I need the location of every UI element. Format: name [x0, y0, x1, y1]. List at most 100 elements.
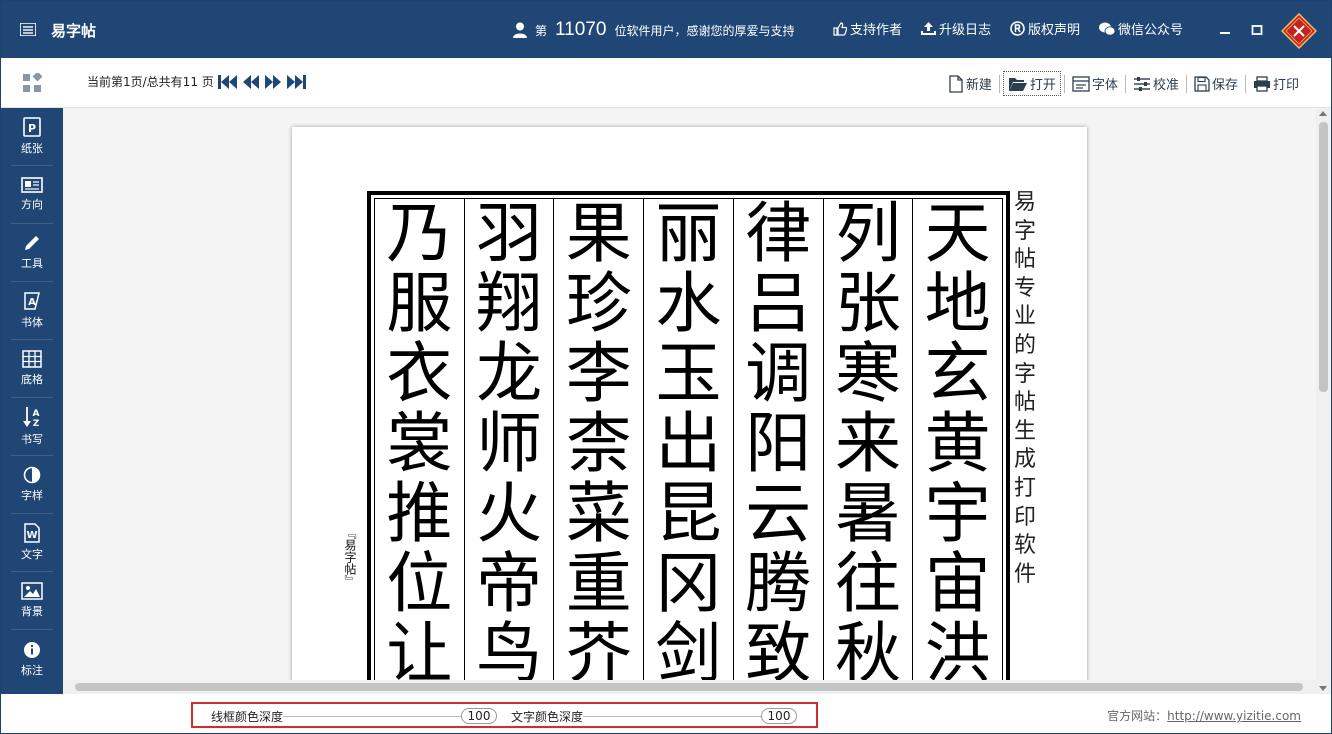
support-author-link[interactable]: 支持作者 — [833, 19, 902, 38]
grid-column: 丽水玉出昆冈剑 — [643, 195, 733, 692]
last-page-icon[interactable] — [286, 74, 306, 90]
first-page-icon[interactable] — [217, 74, 238, 90]
sidebar-item-orientation[interactable]: 方向 — [11, 166, 53, 224]
sidebar-item-calligraphy[interactable]: A 书体 — [11, 282, 53, 340]
grid-character: 衣 — [386, 335, 453, 412]
grid-character: 剑 — [655, 615, 722, 692]
horizontal-scrollbar[interactable] — [63, 680, 1316, 694]
user-count-banner: 第 11070 位软件用户，感谢您的厚爱与支持 — [513, 17, 794, 43]
font-button[interactable]: 字体 — [1068, 72, 1122, 95]
paper-icon: P — [23, 117, 41, 137]
previous-page-icon[interactable] — [242, 74, 260, 90]
status-bar: 线框颜色深度 100 文字颜色深度 100 官方网站：http://www.yi… — [1, 694, 1331, 733]
grid-character: 水 — [655, 265, 722, 342]
svg-text:P: P — [28, 122, 36, 135]
vertical-scrollbar[interactable] — [1316, 108, 1331, 694]
printer-icon — [1253, 75, 1270, 92]
sidebar-item-text[interactable]: W 文字 — [11, 514, 53, 572]
text-color-slider[interactable]: 文字颜色深度 100 — [511, 708, 801, 725]
grid-character: 宇 — [924, 475, 991, 552]
grid-character: 列 — [834, 195, 901, 272]
user-count-suffix: 位软件用户，感谢您的厚爱与支持 — [614, 23, 795, 38]
grid-character: 鸟 — [476, 615, 543, 692]
grid-character: 翔 — [476, 265, 543, 342]
user-count: 11070 — [555, 19, 607, 40]
svg-text:A: A — [28, 297, 36, 308]
contrast-icon — [23, 466, 41, 484]
side-caption: 易字帖专业的字帖生成打印软件 — [1013, 190, 1036, 587]
color-depth-controls: 线框颜色深度 100 文字颜色深度 100 — [191, 702, 818, 728]
sidebar-item-label: 文字 — [21, 548, 43, 561]
grid-character: 洪 — [924, 615, 991, 692]
sidebar-item-background[interactable]: 背景 — [11, 572, 53, 630]
word-icon: W — [24, 523, 40, 543]
open-button[interactable]: 打开 — [1002, 71, 1061, 96]
app-logo-close-icon[interactable] — [1281, 13, 1317, 49]
grid-character: 张 — [834, 265, 901, 342]
sidebar-item-label: 标注 — [21, 663, 43, 677]
menu-icon[interactable] — [20, 23, 36, 36]
separator — [1185, 74, 1187, 93]
calibrate-button[interactable]: 校准 — [1129, 72, 1183, 95]
print-button[interactable]: 打印 — [1249, 72, 1303, 95]
grid-character: 推 — [386, 475, 453, 552]
orientation-icon — [21, 177, 43, 193]
copyright-link[interactable]: 版权声明 — [1010, 19, 1080, 38]
new-button[interactable]: 新建 — [944, 72, 996, 95]
sidebar-item-annotation[interactable]: 标注 — [11, 630, 53, 688]
grid-character: 菜 — [565, 475, 632, 552]
grid-character: 腾 — [745, 545, 812, 622]
registered-icon — [1010, 21, 1025, 36]
grid-character: 冈 — [655, 545, 722, 622]
save-button[interactable]: 保存 — [1190, 72, 1242, 95]
copyright-label: 版权声明 — [1028, 23, 1081, 38]
frame-color-track[interactable] — [283, 716, 489, 717]
maximize-icon[interactable] — [1250, 23, 1264, 37]
grid-character: 宙 — [924, 545, 991, 622]
minimize-icon[interactable] — [1218, 23, 1232, 37]
grid-column: 天地玄黄宇宙洪 — [912, 195, 1002, 692]
next-page-icon[interactable] — [264, 74, 282, 90]
website-link[interactable]: http://www.yizitie.com — [1167, 709, 1301, 723]
grid-character: 丽 — [655, 195, 722, 272]
frame-color-slider[interactable]: 线框颜色深度 100 — [211, 708, 501, 725]
text-color-label: 文字颜色深度 — [511, 710, 584, 724]
scroll-down-arrow[interactable] — [1319, 686, 1327, 691]
grid-character: 玉 — [655, 335, 722, 412]
page-info-text: 当前第1页/总共有11 页 — [87, 75, 214, 89]
svg-text:Z: Z — [33, 419, 40, 428]
preview-canvas[interactable]: 『易字帖』 乃服衣裳推位让羽翔龙师火帝鸟果珍李柰菜重芥丽水玉出昆冈剑律吕调阳云腾… — [63, 108, 1316, 694]
frame-color-value[interactable]: 100 — [461, 708, 497, 724]
website-prefix: 官方网站： — [1107, 709, 1168, 723]
sidebar-item-tools[interactable]: 工具 — [11, 224, 53, 282]
sidebar-item-grid[interactable]: 底格 — [11, 340, 53, 398]
grid-character: 寒 — [834, 335, 901, 412]
scroll-up-arrow[interactable] — [1319, 111, 1327, 116]
wechat-link[interactable]: 微信公众号 — [1099, 19, 1183, 38]
grid-character: 珍 — [565, 265, 632, 342]
text-color-track[interactable] — [583, 716, 789, 717]
grid-character: 天 — [924, 195, 991, 272]
thumbs-up-icon — [833, 21, 847, 36]
horizontal-scroll-thumb[interactable] — [75, 683, 1303, 691]
calligraphy-icon: A — [24, 292, 40, 310]
sidebar-item-sample[interactable]: 字样 — [11, 456, 53, 514]
grid-character: 裳 — [386, 405, 453, 482]
sidebar-item-paper[interactable]: P 纸张 — [11, 108, 53, 166]
title-bar: 易字帖 第 11070 位软件用户，感谢您的厚爱与支持 支持作者 升级日志 版权… — [1, 1, 1331, 58]
vertical-scroll-thumb[interactable] — [1319, 122, 1328, 392]
calibrate-label: 校准 — [1152, 78, 1179, 93]
grid-character: 云 — [745, 475, 812, 552]
grid-icon — [22, 350, 42, 368]
grid-character: 调 — [745, 335, 812, 412]
user-count-prefix: 第 — [535, 23, 548, 38]
apps-grid-icon[interactable] — [22, 73, 42, 93]
text-color-value[interactable]: 100 — [761, 708, 797, 724]
svg-text:W: W — [26, 530, 37, 541]
grid-character: 来 — [834, 405, 901, 482]
file-actions: 新建 打开 字体 校准 保存 打印 — [944, 71, 1303, 96]
wechat-icon — [1099, 22, 1116, 36]
changelog-link[interactable]: 升级日志 — [921, 19, 991, 38]
separator — [1063, 74, 1065, 93]
sidebar-item-writing[interactable]: A Z 书写 — [11, 398, 53, 456]
